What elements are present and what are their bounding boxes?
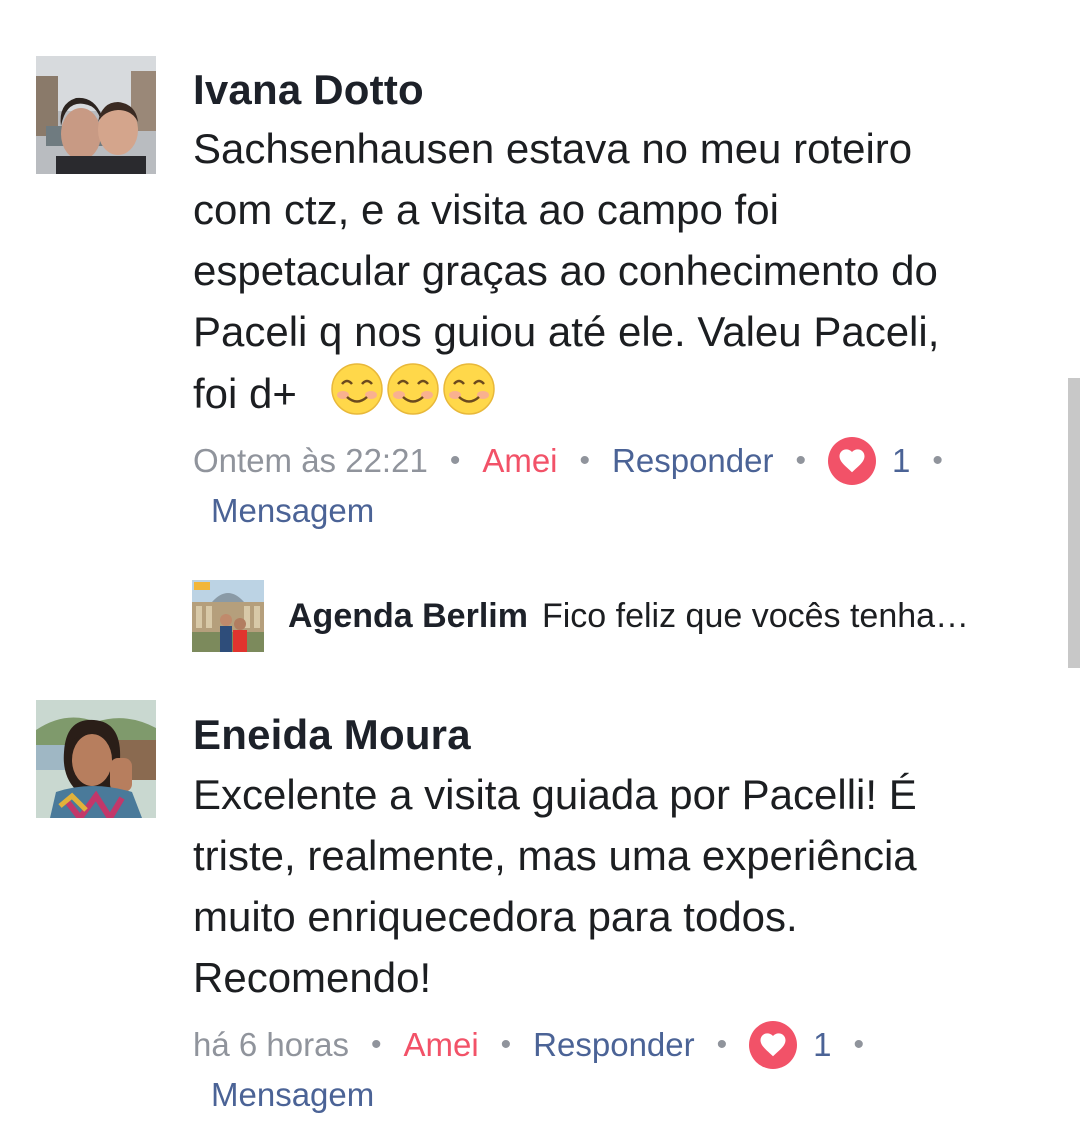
reply-snippet: Fico feliz que vocês tenha… [541, 597, 970, 635]
heart-icon [828, 437, 876, 485]
reply-preview-text: Agenda Berlim Fico feliz que vocês tenha… [288, 596, 1048, 636]
separator-dot: • [853, 1028, 865, 1061]
reply-preview[interactable]: Agenda Berlim Fico feliz que vocês tenha… [192, 580, 1052, 652]
profile-photo [36, 56, 156, 174]
comment-timestamp[interactable]: há 6 horas [193, 1020, 349, 1070]
comment-line: muito enriquecedora para todos. [193, 893, 798, 940]
smiling-face-icon [443, 363, 496, 415]
comment-line: Paceli q nos guiou até ele. Valeu Paceli… [193, 308, 940, 355]
comment-author[interactable]: Ivana Dotto [193, 66, 424, 114]
comment-body: Excelente a visita guiada por Pacelli! É… [193, 764, 1053, 1008]
comment-line: Sachsenhausen estava no meu roteiro [193, 125, 913, 172]
separator-dot: • [449, 444, 461, 477]
reply-button[interactable]: Responder [533, 1020, 694, 1070]
separator-dot: • [370, 1028, 382, 1061]
reply-button[interactable]: Responder [612, 436, 773, 486]
smiling-face-icon [387, 363, 440, 415]
avatar[interactable] [192, 580, 264, 652]
scrollbar[interactable] [1068, 378, 1080, 668]
comment-timestamp[interactable]: Ontem às 22:21 [193, 436, 428, 486]
message-button[interactable]: Mensagem [211, 486, 374, 536]
comment-line: Recomendo! [193, 954, 432, 1001]
reaction-count: 1 [892, 442, 911, 479]
separator-dot: • [579, 444, 591, 477]
reaction-summary[interactable]: 1 [749, 1020, 832, 1070]
reply-author[interactable]: Agenda Berlim [288, 597, 528, 635]
comment-body: Sachsenhausen estava no meu roteiro com … [193, 118, 1053, 424]
comment-line: triste, realmente, mas uma experiência [193, 832, 917, 879]
comment-line: Excelente a visita guiada por Pacelli! É [193, 771, 917, 818]
comment-line: foi d+ [193, 362, 1053, 424]
message-button[interactable]: Mensagem [211, 1070, 374, 1120]
separator-dot: • [795, 444, 806, 477]
avatar[interactable] [36, 700, 156, 818]
reaction-summary[interactable]: 1 [828, 436, 910, 486]
comment-line: espetacular graças ao conhecimento do [193, 247, 938, 294]
heart-icon [749, 1021, 798, 1069]
comment-line-text: foi d+ [193, 370, 297, 417]
comment-actions: há 6 horas • Amei • Responder • 1 • Mens… [193, 1020, 1053, 1120]
love-button[interactable]: Amei [482, 436, 557, 486]
separator-dot: • [500, 1028, 512, 1061]
profile-photo [36, 700, 156, 818]
reaction-count: 1 [813, 1026, 832, 1063]
comment-line: com ctz, e a visita ao campo foi [193, 186, 779, 233]
comment-author[interactable]: Eneida Moura [193, 711, 471, 759]
separator-dot: • [716, 1028, 728, 1061]
avatar[interactable] [36, 56, 156, 174]
love-button[interactable]: Amei [403, 1020, 478, 1070]
smiling-face-icon [331, 363, 384, 415]
page-profile-photo [192, 580, 264, 652]
separator-dot: • [932, 444, 943, 477]
comment-actions: Ontem às 22:21 • Amei • Responder • 1 • … [193, 436, 1053, 536]
